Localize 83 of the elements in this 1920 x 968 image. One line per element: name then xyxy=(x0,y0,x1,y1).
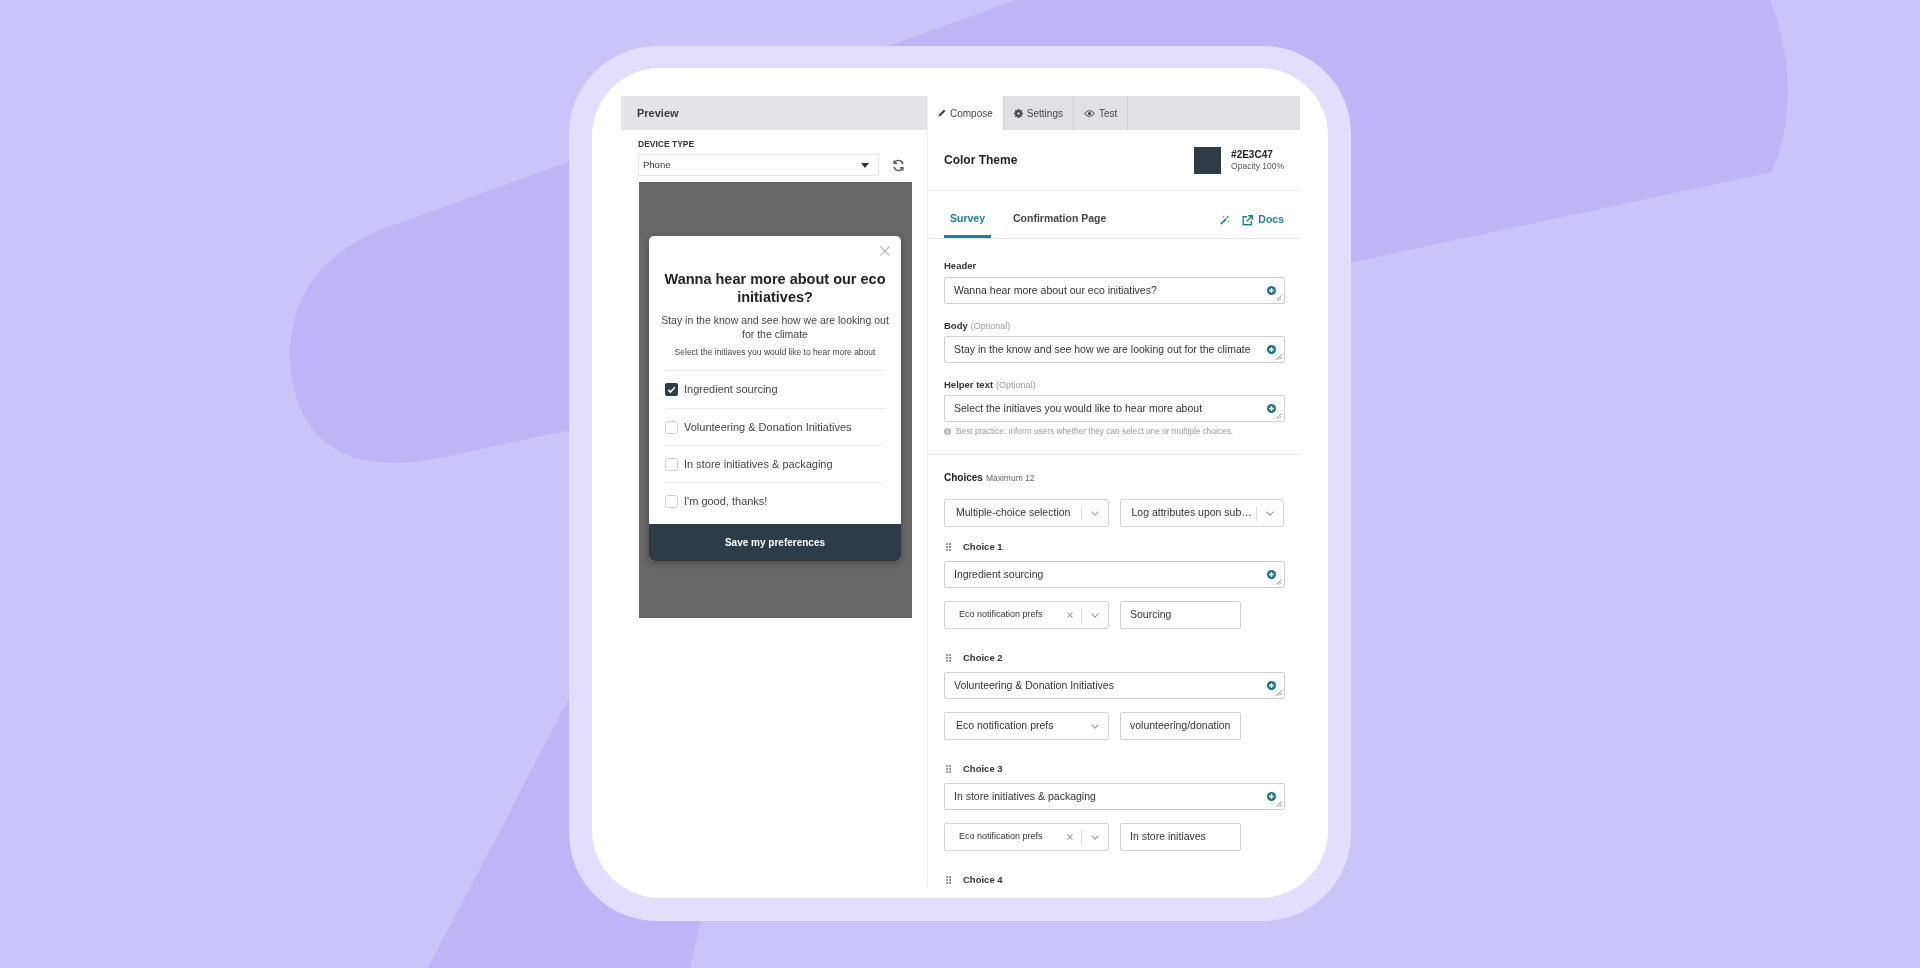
save-button[interactable]: Save my preferences xyxy=(649,524,901,561)
add-icon[interactable] xyxy=(1267,570,1276,579)
hint-text: Best practice: inform users whether they can select one or multiple choices. xyxy=(956,426,1234,436)
choice-label: Choice 3 xyxy=(963,763,1003,775)
resize-handle-icon[interactable] xyxy=(1276,579,1282,585)
popup-body: Stay in the know and see how we are looking out for the climate xyxy=(660,313,890,341)
tab[interactable]: Test xyxy=(1073,96,1129,130)
checkbox[interactable] xyxy=(665,494,678,508)
choice-label: Choice 1 xyxy=(963,541,1003,553)
optional-note: (Optional) xyxy=(996,379,1036,391)
info-icon xyxy=(944,427,951,435)
add-icon[interactable] xyxy=(1267,681,1276,690)
field-label: Header xyxy=(944,260,977,272)
chevron-down-icon xyxy=(1091,612,1099,618)
text-field[interactable]: Ingredient sourcing xyxy=(944,561,1285,588)
resize-handle-icon[interactable] xyxy=(1276,295,1282,301)
text-field[interactable]: Select the initiaves you would like to hear more about xyxy=(944,395,1285,422)
eye-icon xyxy=(1083,109,1095,117)
add-icon[interactable] xyxy=(1267,286,1276,295)
clear-icon[interactable] xyxy=(1067,612,1073,618)
opacity-value: Opacity 100% xyxy=(1231,160,1284,172)
drag-handle-icon[interactable] xyxy=(946,876,951,884)
tab[interactable]: Compose xyxy=(928,96,1004,130)
choice-label: Choice 4 xyxy=(963,874,1003,886)
checkbox-option[interactable]: I'm good, thanks! xyxy=(665,492,768,510)
magic-wand-icon[interactable] xyxy=(1220,215,1231,226)
text-field[interactable]: In store initiaves xyxy=(1120,823,1241,851)
text-field[interactable]: Volunteering & Donation Initiatives xyxy=(944,672,1285,699)
clear-icon[interactable] xyxy=(1067,834,1073,840)
panel-title: Preview xyxy=(637,105,679,121)
color-hex-value: #2E3C47 xyxy=(1231,148,1274,161)
device-select[interactable]: Phone xyxy=(638,154,879,176)
field-label: DEVICE TYPE xyxy=(638,139,695,149)
close-icon[interactable] xyxy=(880,246,890,256)
resize-handle-icon[interactable] xyxy=(1276,413,1282,419)
popup-title: Wanna hear more about our eco initiatives? xyxy=(663,271,887,306)
tab[interactable]: Survey xyxy=(944,211,992,238)
text-field[interactable]: Sourcing xyxy=(1120,601,1241,629)
choice-label: Choice 2 xyxy=(963,652,1003,664)
text-field[interactable]: volunteering/donation xyxy=(1120,712,1241,740)
drag-handle-icon[interactable] xyxy=(946,543,951,551)
select-field[interactable]: Eco notification prefs xyxy=(944,601,1109,629)
chevron-down-icon xyxy=(1090,510,1099,516)
select-field[interactable]: Eco notification prefs xyxy=(944,712,1109,740)
text-field[interactable]: In store initiatives & packaging xyxy=(944,783,1285,810)
checkbox[interactable] xyxy=(665,457,678,471)
tab[interactable]: Settings xyxy=(1003,96,1074,130)
field-label: Helper text xyxy=(944,379,994,391)
checkbox-option[interactable]: In store initiatives & packaging xyxy=(665,455,833,473)
pencil-icon xyxy=(938,109,946,117)
resize-handle-icon[interactable] xyxy=(1276,354,1282,360)
caret-down-icon xyxy=(861,162,869,168)
tab[interactable]: Confirmation Page xyxy=(1007,211,1113,238)
external-link-icon xyxy=(1242,214,1254,226)
checkbox-option[interactable]: Ingredient sourcing xyxy=(665,381,778,398)
section-title: Color Theme xyxy=(944,152,1018,169)
add-icon[interactable] xyxy=(1267,404,1276,413)
popup-helper-text: Select the initiaves you would like to hear more about xyxy=(674,347,876,358)
resize-handle-icon[interactable] xyxy=(1276,801,1282,807)
checkbox[interactable] xyxy=(665,383,678,396)
chevron-down-icon xyxy=(1091,723,1099,729)
optional-note: (Optional) xyxy=(970,320,1011,332)
drag-handle-icon[interactable] xyxy=(946,765,951,773)
section-title: Choices xyxy=(944,472,983,484)
chevron-down-icon xyxy=(1266,510,1274,516)
limit-note: Maximum 12 xyxy=(985,472,1035,484)
select-field[interactable]: Log attributes upon sub… xyxy=(1119,499,1284,527)
add-icon[interactable] xyxy=(1267,345,1276,354)
resize-handle-icon[interactable] xyxy=(1276,690,1282,696)
color-swatch[interactable] xyxy=(1194,146,1222,174)
docs-link[interactable]: Docs xyxy=(1242,212,1284,228)
text-field[interactable]: Wanna hear more about our eco initiatives? xyxy=(944,277,1285,304)
drag-handle-icon[interactable] xyxy=(946,654,951,662)
checkbox-option[interactable]: Volunteering & Donation Initiatives xyxy=(665,418,852,436)
refresh-icon[interactable] xyxy=(892,158,905,172)
add-icon[interactable] xyxy=(1267,792,1276,801)
select-field[interactable]: Eco notification prefs xyxy=(944,823,1109,851)
select-field[interactable]: Multiple-choice selection xyxy=(944,499,1109,527)
chevron-down-icon xyxy=(1091,834,1099,840)
checkbox[interactable] xyxy=(665,420,678,434)
text-field[interactable]: Stay in the know and see how we are looking out for the climate xyxy=(944,336,1285,363)
settings-icon xyxy=(1013,108,1023,118)
field-label: Body xyxy=(944,320,968,332)
